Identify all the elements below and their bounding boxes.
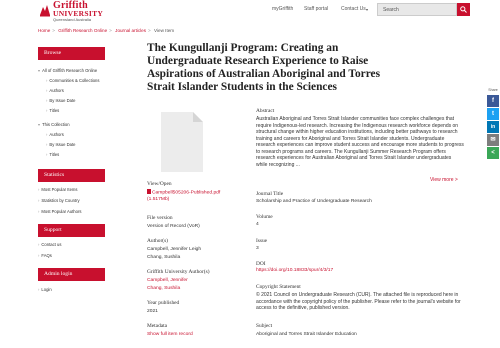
authors-label: Author(s) [147, 238, 168, 244]
sidebar-all-of-griffith[interactable]: All of Griffith Research Online [38, 68, 97, 73]
doi-link[interactable]: https://doi.org/10.18833/spur/4/3/17 [256, 268, 333, 273]
share-label: Share [488, 88, 498, 92]
breadcrumb-griffith-research-online[interactable]: Griffith Research Online [58, 28, 107, 33]
issue-label: Issue [256, 238, 268, 244]
sidebar-statistics-by-country[interactable]: Statistics by Country [38, 198, 79, 203]
twitter-share-button[interactable]: t [487, 108, 499, 120]
statistics-heading: Statistics [38, 169, 105, 182]
abstract-label: Abstract [256, 108, 275, 114]
sidebar-collection-authors[interactable]: Authors [46, 132, 63, 137]
support-heading: Support [38, 224, 105, 237]
email-icon: ✉ [490, 137, 496, 143]
griffith-crest-icon [40, 5, 50, 17]
breadcrumb: Home > Griffith Research Online > Journal … [38, 28, 174, 33]
breadcrumb-home[interactable]: Home [38, 28, 50, 33]
issue-value: 3 [256, 246, 259, 251]
metadata-label: Metadata [147, 323, 168, 329]
facebook-share-button[interactable]: f [487, 95, 499, 107]
subject-value: Aboriginal and Torres Strait Islander Ed… [256, 332, 357, 337]
breadcrumb-current: View Item [154, 28, 175, 33]
volume-value: 4 [256, 222, 259, 227]
griffith-author-1[interactable]: Campbell, Jennifer [147, 278, 188, 283]
twitter-icon: t [492, 111, 494, 117]
admin-heading: Admin login [38, 268, 105, 281]
sidebar-most-popular-items[interactable]: Most Popular Items [38, 187, 77, 192]
sidebar-faqs[interactable]: FAQs [38, 253, 51, 258]
share-more-button[interactable]: < [487, 147, 499, 159]
file-size[interactable]: (1.517Mb) [147, 197, 169, 202]
year-value: 2021 [147, 309, 158, 314]
view-open-label: View/Open [147, 181, 172, 187]
breadcrumb-separator: > [148, 28, 151, 33]
sidebar-login[interactable]: Login [38, 287, 51, 292]
griffith-logo[interactable]: Griffith UNIVERSITY Queensland Australia [38, 0, 104, 23]
breadcrumb-separator: > [52, 28, 55, 33]
sidebar-collection-by-issue-date[interactable]: By Issue Date [46, 142, 75, 147]
browse-heading: Browse [38, 47, 105, 60]
nav-contact-us[interactable]: Contact Us [341, 6, 366, 12]
pdf-file-link[interactable]: Campbell505206-Published.pdf [147, 189, 220, 196]
sidebar-item-authors[interactable]: Authors [46, 88, 63, 93]
show-full-record-link[interactable]: Show full item record [147, 332, 193, 337]
abstract-text: Australian Aboriginal and Torres Strait … [256, 116, 464, 168]
linkedin-share-button[interactable]: in [487, 121, 499, 133]
page-title: The Kungullanji Program: Creating an Und… [147, 42, 381, 93]
breadcrumb-journal-articles[interactable]: Journal articles [115, 28, 146, 33]
email-share-button[interactable]: ✉ [487, 134, 499, 146]
sidebar-item-by-issue-date[interactable]: By Issue Date [46, 98, 75, 103]
volume-label: Volume [256, 214, 273, 220]
site-header: Griffith UNIVERSITY Queensland Australia… [0, 0, 500, 24]
copyright-label: Copyright Statement [256, 284, 301, 290]
logo-location: Queensland Australia [53, 17, 92, 22]
linkedin-icon: in [490, 124, 496, 130]
facebook-icon: f [492, 98, 494, 104]
subject-label: Subject [256, 323, 273, 329]
copyright-text: © 2021 Council on Undergraduate Research… [256, 292, 461, 311]
journal-title-label: Journal Title [256, 191, 284, 197]
pdf-icon [147, 189, 151, 194]
search-icon [460, 6, 467, 13]
sidebar-contact-us[interactable]: Contact us [38, 242, 61, 247]
share-bar: Share f t in ✉ < [486, 88, 500, 160]
chevron-down-icon[interactable]: ▾ [366, 7, 368, 12]
nav-staff-portal[interactable]: Staff portal [304, 6, 328, 12]
search-button[interactable] [457, 3, 470, 16]
griffith-authors-label: Griffith University Author(s) [147, 269, 210, 275]
document-thumbnail-icon[interactable] [147, 108, 213, 176]
file-version-label: File version [147, 215, 173, 221]
sidebar-item-titles[interactable]: Titles [46, 108, 59, 113]
breadcrumb-separator: > [109, 28, 112, 33]
sidebar-item-communities[interactable]: Communities & Collections [46, 78, 99, 83]
griffith-author-2[interactable]: Chang, Sushila [147, 286, 180, 291]
sidebar-collection-titles[interactable]: Titles [46, 152, 59, 157]
nav-mygriffith[interactable]: myGriffith [272, 6, 293, 12]
file-version-value: Version of Record (VoR) [147, 224, 200, 229]
year-label: Year published [147, 300, 180, 306]
search-input[interactable]: Search [377, 3, 457, 16]
journal-title-value: Scholarship and Practice of Undergraduat… [256, 199, 372, 204]
share-icon: < [491, 150, 495, 156]
author-2: Chang, Sushila [147, 255, 181, 260]
view-more-link[interactable]: View more > [430, 177, 458, 183]
logo-wordmark: Griffith UNIVERSITY [53, 0, 104, 18]
author-1: Campbell, Jennifer Leigh [147, 247, 202, 252]
doi-label: DOI [256, 261, 266, 267]
sidebar-this-collection[interactable]: This Collection [38, 122, 69, 127]
sidebar-most-popular-authors[interactable]: Most Popular Authors [38, 209, 81, 214]
